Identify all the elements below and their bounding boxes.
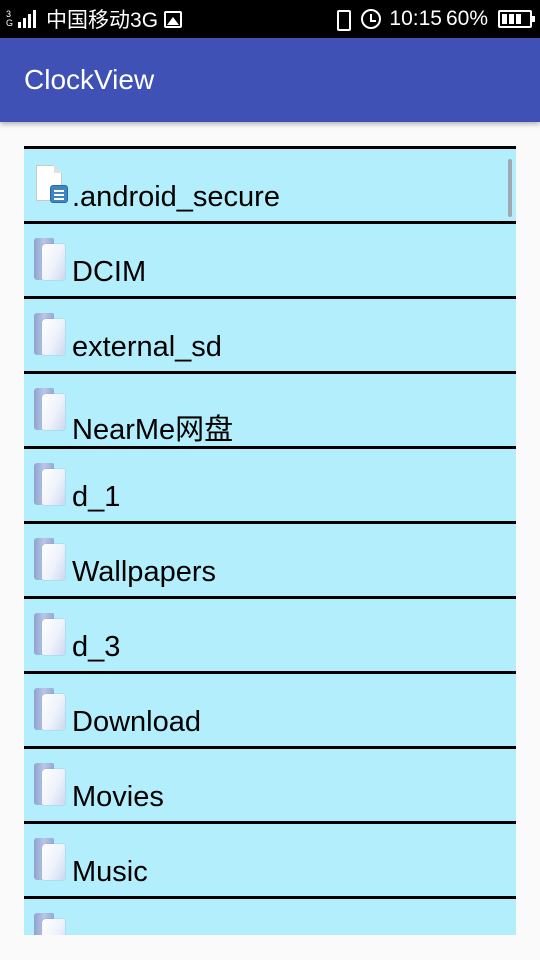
list-item[interactable]: Download	[24, 671, 516, 746]
list-item[interactable]: Movies	[24, 746, 516, 821]
list-item-label: NearMe网盘	[72, 414, 234, 446]
status-bar-left: 3G 中国移动3G	[6, 4, 183, 34]
status-bar-right: 10:15 60%	[331, 7, 535, 31]
list-item-label: Android	[72, 931, 172, 935]
gallery-notification-icon	[164, 10, 183, 28]
battery-icon	[498, 10, 535, 28]
list-item[interactable]: Android	[24, 896, 516, 935]
list-item[interactable]: Music	[24, 821, 516, 896]
alarm-icon	[361, 9, 382, 29]
signal-strength-icon	[18, 10, 37, 28]
folder-icon	[32, 613, 68, 657]
list-item-label: Wallpapers	[72, 556, 216, 588]
app-title: ClockView	[24, 64, 155, 95]
battery-percentage: 60%	[445, 7, 488, 30]
vibrate-icon	[331, 9, 353, 31]
list-item[interactable]: d_3	[24, 596, 516, 671]
list-item-label: Movies	[72, 781, 164, 813]
list-item[interactable]: d_1	[24, 446, 516, 521]
list-item-label: DCIM	[72, 256, 147, 288]
folder-icon	[32, 838, 68, 882]
file-icon	[32, 163, 68, 207]
folder-icon	[32, 238, 68, 282]
app-bar: ClockView	[0, 38, 540, 122]
3g-signal-icon: 3G	[6, 9, 14, 28]
folder-icon	[32, 538, 68, 582]
folder-icon	[32, 913, 68, 935]
folder-icon	[32, 463, 68, 507]
list-item-label: Music	[72, 856, 148, 888]
status-bar: 3G 中国移动3G 10:15 60%	[0, 0, 540, 38]
folder-icon	[32, 688, 68, 732]
list-item[interactable]: NearMe网盘	[24, 371, 516, 446]
list-item-label: d_1	[72, 481, 121, 513]
list-item[interactable]: DCIM	[24, 221, 516, 296]
carrier-name: 中国移动3G	[46, 9, 159, 32]
folder-icon	[32, 313, 68, 357]
folder-icon	[32, 763, 68, 807]
list-item[interactable]: external_sd	[24, 296, 516, 371]
list-item-label: d_3	[72, 631, 121, 663]
list-item-label: external_sd	[72, 331, 222, 363]
list-item[interactable]: .android_secure	[24, 146, 516, 221]
scrollbar[interactable]	[508, 159, 512, 217]
list-item-label: .android_secure	[72, 181, 280, 213]
list-item-label: Download	[72, 706, 201, 738]
folder-icon	[32, 388, 68, 432]
file-list[interactable]: .android_secure DCIM external_sd NearMe网盘 d_…	[24, 146, 516, 935]
status-time: 10:15	[389, 7, 442, 30]
list-item[interactable]: Wallpapers	[24, 521, 516, 596]
